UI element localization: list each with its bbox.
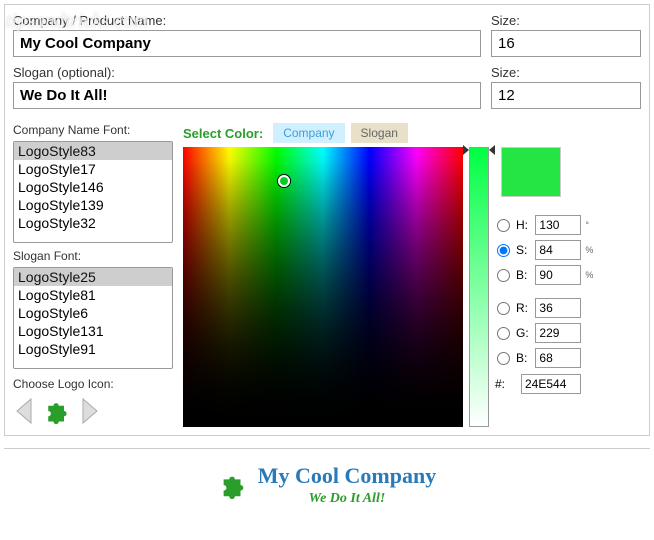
r-input[interactable]: [535, 298, 581, 318]
h-input[interactable]: [535, 215, 581, 235]
bb-input[interactable]: [535, 348, 581, 368]
choose-icon-label: Choose Logo Icon:: [13, 377, 173, 391]
company-name-input[interactable]: [13, 30, 481, 57]
slogan-font-label: Slogan Font:: [13, 249, 173, 263]
s-label: S:: [516, 243, 531, 257]
select-color-label: Select Color:: [183, 126, 263, 141]
s-input[interactable]: [535, 240, 581, 260]
radio-g[interactable]: [497, 327, 510, 340]
size2-label: Size:: [491, 65, 641, 80]
color-field[interactable]: [183, 147, 463, 427]
preview-company-name: My Cool Company: [258, 463, 436, 489]
s-unit: %: [585, 245, 595, 255]
color-swatch: [501, 147, 561, 197]
radio-r[interactable]: [497, 302, 510, 315]
next-icon-button[interactable]: [77, 397, 101, 425]
b-label: B:: [516, 268, 531, 282]
hex-label: #:: [495, 377, 517, 391]
bb-label: B:: [516, 351, 531, 365]
color-cursor[interactable]: [278, 175, 290, 187]
company-font-label: Company Name Font:: [13, 123, 173, 137]
preview-slogan: We Do It All!: [258, 491, 436, 507]
logo-preview: My Cool Company We Do It All!: [4, 448, 650, 507]
hue-slider[interactable]: [469, 147, 489, 427]
radio-b[interactable]: [497, 269, 510, 282]
h-label: H:: [516, 218, 531, 232]
g-label: G:: [516, 326, 531, 340]
h-unit: °: [585, 220, 595, 230]
tab-slogan[interactable]: Slogan: [351, 123, 408, 143]
hex-input[interactable]: [521, 374, 581, 394]
prev-icon-button[interactable]: [13, 397, 37, 425]
company-size-input[interactable]: [491, 30, 641, 57]
b-unit: %: [585, 270, 595, 280]
slogan-input[interactable]: [13, 82, 481, 109]
radio-bb[interactable]: [497, 352, 510, 365]
size1-label: Size:: [491, 13, 641, 28]
b-input[interactable]: [535, 265, 581, 285]
r-label: R:: [516, 301, 531, 315]
logo-icon-preview: [43, 397, 71, 425]
preview-puzzle-icon: [218, 470, 248, 500]
slogan-font-list[interactable]: LogoStyle25LogoStyle81LogoStyle6LogoStyl…: [13, 267, 173, 369]
company-name-label: Company / Product Name:: [13, 13, 481, 28]
main-panel: Company / Product Name: Slogan (optional…: [4, 4, 650, 436]
company-font-list[interactable]: LogoStyle83LogoStyle17LogoStyle146LogoSt…: [13, 141, 173, 243]
g-input[interactable]: [535, 323, 581, 343]
tab-company[interactable]: Company: [273, 123, 344, 143]
slogan-label: Slogan (optional):: [13, 65, 481, 80]
slogan-size-input[interactable]: [491, 82, 641, 109]
radio-h[interactable]: [497, 219, 510, 232]
radio-s[interactable]: [497, 244, 510, 257]
